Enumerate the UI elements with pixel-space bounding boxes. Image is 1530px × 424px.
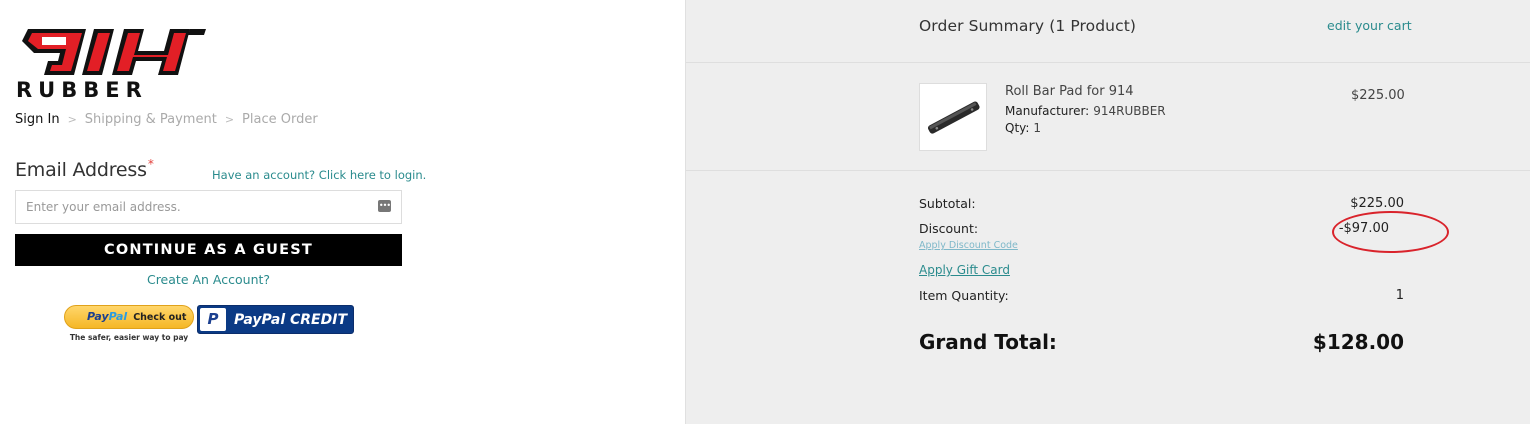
grand-total-label: Grand Total: <box>919 330 1057 354</box>
paypal-credit-button[interactable]: P PayPal CREDIT <box>197 305 354 334</box>
brand-logo[interactable]: RUBBER <box>14 27 208 99</box>
grand-total-value: $128.00 <box>1312 330 1404 354</box>
manufacturer-label: Manufacturer: <box>1005 104 1090 118</box>
item-quantity-label: Item Quantity: <box>919 288 1009 303</box>
apply-discount-code-link[interactable]: Apply Discount Code <box>919 240 1018 251</box>
login-link[interactable]: Have an account? Click here to login. <box>212 168 426 182</box>
manufacturer-value: 914RUBBER <box>1093 104 1166 118</box>
product-qty: Qty: 1 <box>1005 121 1041 135</box>
paypal-p-icon: P <box>200 308 226 331</box>
paypal-checkout-button[interactable]: PayPal Check out The safer, easier way to… <box>64 305 194 342</box>
paypal-logo-pal: Pal <box>108 310 128 323</box>
paypal-logo-pay: Pay <box>87 310 109 323</box>
product-name[interactable]: Roll Bar Pad for 914 <box>1005 84 1134 99</box>
required-asterisk: * <box>147 157 154 171</box>
qty-label: Qty: <box>1005 121 1030 135</box>
checkout-panel: RUBBER Sign In > Shipping & Payment > Place … <box>0 0 685 424</box>
item-quantity-value: 1 <box>1395 288 1404 303</box>
divider <box>686 62 1530 63</box>
breadcrumb-separator: > <box>67 113 77 126</box>
divider <box>686 170 1530 171</box>
breadcrumb-shipping-payment[interactable]: Shipping & Payment <box>85 112 217 127</box>
product-manufacturer: Manufacturer: 914RUBBER <box>1005 104 1166 118</box>
email-label: Email Address* <box>15 157 154 181</box>
order-summary-title: Order Summary (1 Product) <box>919 17 1137 35</box>
paypal-credit-label: PayPal CREDIT <box>234 312 347 328</box>
discount-highlight-circle <box>1332 211 1449 253</box>
subtotal-value: $225.00 <box>1350 196 1404 211</box>
paypal-tagline: The safer, easier way to pay <box>69 333 189 342</box>
email-label-text: Email Address <box>15 159 147 181</box>
email-input[interactable] <box>15 190 402 224</box>
breadcrumb: Sign In > Shipping & Payment > Place Order <box>15 112 318 127</box>
create-account-link[interactable]: Create An Account? <box>15 272 402 287</box>
product-thumbnail[interactable] <box>919 83 987 151</box>
breadcrumb-place-order[interactable]: Place Order <box>242 112 318 127</box>
breadcrumb-sign-in[interactable]: Sign In <box>15 112 60 127</box>
order-summary-panel: Order Summary (1 Product) edit your cart… <box>685 0 1530 424</box>
discount-label: Discount: <box>919 221 979 236</box>
paypal-checkout-label: Check out <box>133 312 187 323</box>
subtotal-label: Subtotal: <box>919 196 976 211</box>
paypal-checkout-pill[interactable]: PayPal Check out <box>64 305 194 329</box>
qty-value: 1 <box>1033 121 1042 135</box>
continue-as-guest-button[interactable]: CONTINUE AS A GUEST <box>15 234 402 266</box>
edit-cart-link[interactable]: edit your cart <box>1327 18 1412 33</box>
product-price: $225.00 <box>1351 88 1405 103</box>
apply-gift-card-link[interactable]: Apply Gift Card <box>919 263 1010 277</box>
password-manager-icon[interactable]: ••• <box>378 200 391 212</box>
breadcrumb-separator: > <box>224 113 235 126</box>
svg-text:RUBBER: RUBBER <box>16 78 148 99</box>
